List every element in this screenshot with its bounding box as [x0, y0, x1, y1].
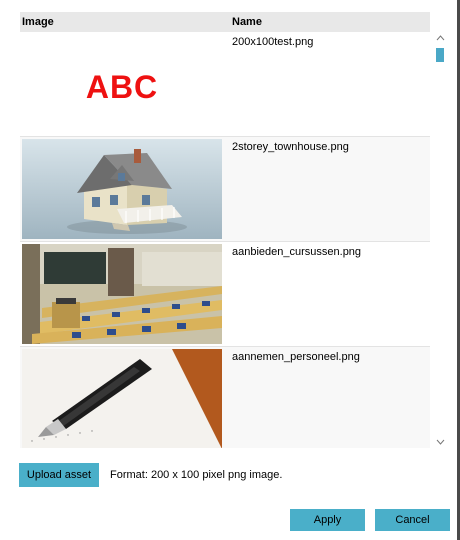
chevron-down-icon[interactable] — [433, 436, 447, 448]
table-row[interactable]: aannemen_personeel.png — [20, 347, 430, 448]
column-header-image: Image — [22, 16, 54, 28]
table-scrollbar[interactable] — [433, 32, 447, 448]
cancel-button[interactable]: Cancel — [375, 509, 450, 531]
asset-thumbnail: ABC — [22, 34, 222, 134]
table-row[interactable]: ABC 200x100test.png — [20, 32, 430, 137]
townhouse-image — [22, 139, 222, 239]
asset-table: Image Name ABC 200x100test.png 2storey_t… — [20, 12, 430, 448]
asset-thumbnail — [22, 349, 222, 448]
format-hint: Format: 200 x 100 pixel png image. — [110, 469, 283, 481]
asset-name: 200x100test.png — [232, 36, 314, 48]
pen-image — [22, 349, 222, 448]
thumbnail-text: ABC — [85, 68, 159, 105]
table-header: Image Name — [20, 12, 430, 32]
asset-thumbnail — [22, 244, 222, 344]
apply-button[interactable]: Apply — [290, 509, 365, 531]
classroom-image — [22, 244, 222, 344]
table-row[interactable]: 2storey_townhouse.png — [20, 137, 430, 242]
asset-name: aannemen_personeel.png — [232, 351, 360, 363]
asset-name: aanbieden_cursussen.png — [232, 246, 362, 258]
table-row[interactable]: aanbieden_cursussen.png — [20, 242, 430, 347]
column-header-name: Name — [232, 16, 262, 28]
scroll-thumb[interactable] — [436, 48, 444, 62]
chevron-up-icon[interactable] — [433, 32, 447, 44]
asset-thumbnail — [22, 139, 222, 239]
asset-name: 2storey_townhouse.png — [232, 141, 349, 153]
upload-asset-button[interactable]: Upload asset — [19, 463, 99, 487]
